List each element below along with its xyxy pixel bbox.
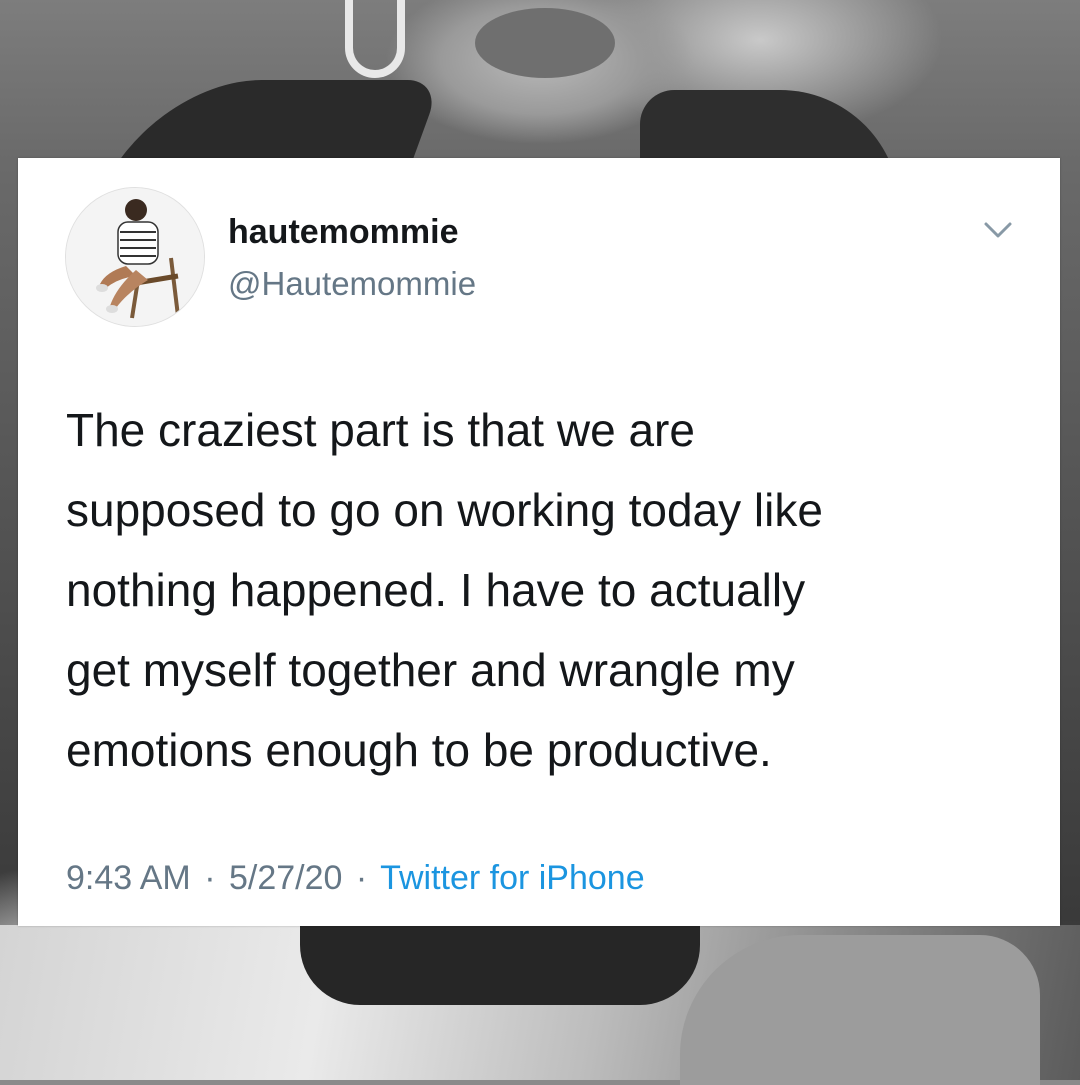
tweet-text: The craziest part is that we are suppose…: [66, 390, 1026, 790]
tweet-text-line: emotions enough to be productive.: [66, 724, 772, 776]
meta-separator: ·: [355, 859, 368, 897]
tweet-text-line: The craziest part is that we are: [66, 404, 695, 456]
tweet-source-link[interactable]: Twitter for iPhone: [380, 859, 645, 897]
tweet-text-line: nothing happened. I have to actually: [66, 564, 806, 616]
hand-shape: [680, 935, 1040, 1085]
meta-separator: ·: [204, 859, 216, 897]
tweet-text-line: get myself together and wrangle my: [66, 644, 795, 696]
tweet-time[interactable]: 9:43 AM: [66, 859, 191, 897]
profile-photo-icon: [66, 188, 204, 326]
tweet-meta: 9:43 AM · 5/27/20 · Twitter for iPhone: [66, 855, 645, 901]
earring-shape: [345, 0, 405, 78]
display-name[interactable]: hautemommie: [228, 212, 459, 252]
belt-shape: [300, 925, 700, 1005]
tweet-date[interactable]: 5/27/20: [229, 859, 342, 897]
chevron-down-icon: [984, 222, 1012, 238]
user-handle[interactable]: @Hautemommie: [228, 264, 476, 304]
tweet-text-line: supposed to go on working today like: [66, 484, 823, 536]
face-shape: [475, 8, 615, 78]
avatar[interactable]: [66, 188, 204, 326]
tweet-menu-button[interactable]: [980, 215, 1016, 245]
